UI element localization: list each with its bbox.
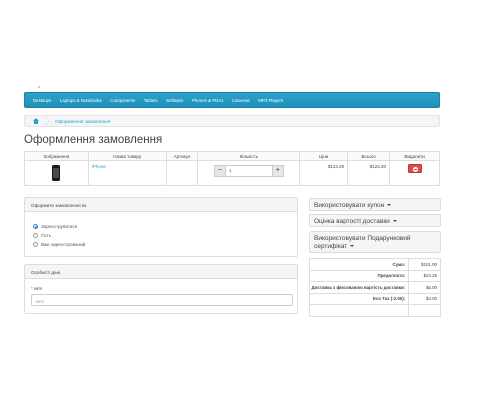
quantity-stepper: − 1 +: [213, 165, 284, 177]
totals-row: [308, 304, 441, 317]
remove-icon: [412, 166, 418, 172]
shipping-estimate-toggle[interactable]: Оцінка вартості доставки: [309, 214, 441, 227]
table-row: iPhone − 1 + $123.20 $123.20: [24, 160, 440, 186]
caret-down-icon: [350, 245, 354, 248]
checkout-options-group: Зареєструватися Гість Вже зареєстрований: [25, 212, 297, 249]
totals-row: Доставка з фіксованою вартість доставки:…: [308, 281, 441, 294]
qty-plus-button[interactable]: +: [271, 165, 284, 177]
option-login[interactable]: Вже зареєстрований: [33, 240, 297, 249]
nav-desktops[interactable]: Desktops: [33, 98, 51, 103]
total-label: Предоплата:: [308, 269, 410, 282]
quantity-input[interactable]: 1: [225, 165, 272, 177]
page-title: Оформлення замовлення: [24, 134, 163, 146]
checkout-options-panel: Оформити замовлення як Зареєструватися Г…: [24, 197, 298, 257]
total-label: Сума:: [308, 258, 410, 271]
top-navbar: Desktops Laptops & Notebooks Components …: [24, 92, 440, 108]
total-value: $4.00: [408, 292, 441, 305]
option-register-label: Зареєструватися: [41, 224, 78, 229]
option-guest[interactable]: Гість: [33, 231, 297, 240]
total-value: $5.00: [408, 281, 441, 294]
option-login-label: Вже зареєстрований: [41, 242, 86, 247]
col-header-name: Назва товару: [87, 151, 167, 161]
nav-components[interactable]: Components: [110, 98, 135, 103]
voucher-toggle[interactable]: Використовувати Подарунковий сертифікат: [309, 231, 441, 253]
personal-details-panel: Особисті дані * Ім'я Ім'я: [24, 264, 298, 314]
col-header-remove: Видалити: [389, 151, 440, 161]
cell-name: iPhone: [87, 160, 167, 186]
iphone-image[interactable]: [52, 165, 61, 181]
personal-details-title: Особисті дані: [25, 265, 297, 279]
col-header-price: Ціна: [299, 151, 349, 161]
cell-total: $123.20: [347, 160, 391, 186]
cell-remove: [389, 160, 440, 186]
checkout-options-title: Оформити замовлення як: [25, 198, 297, 212]
col-header-image: Зображення: [24, 151, 89, 161]
nav-laptops[interactable]: Laptops & Notebooks: [60, 98, 102, 103]
col-header-total: Всього: [347, 151, 391, 161]
firstname-input[interactable]: Ім'я: [31, 294, 293, 306]
breadcrumb-current[interactable]: Оформлення замовлення: [55, 119, 110, 124]
shipping-label: Оцінка вартості доставки: [314, 218, 390, 225]
total-label: Доставка з фіксованою вартість доставки:: [308, 281, 410, 294]
firstname-label-text: Ім'я: [34, 286, 42, 291]
breadcrumb: Оформлення замовлення: [24, 115, 440, 127]
radio-guest[interactable]: [33, 233, 38, 238]
firstname-label: * Ім'я: [31, 286, 297, 291]
total-value: $101.00: [408, 258, 441, 271]
total-value: [408, 304, 441, 317]
col-header-quantity: Кількість: [197, 151, 301, 161]
total-label: Eco Tax (-2.00):: [308, 292, 410, 305]
radio-register[interactable]: [33, 224, 38, 229]
cell-model: [165, 160, 199, 186]
remove-button[interactable]: [407, 164, 422, 173]
totals-row: Eco Tax (-2.00): $4.00: [308, 292, 441, 305]
caret-down-icon: [392, 220, 397, 223]
total-value: $23.25: [408, 269, 441, 282]
total-label: [308, 304, 410, 317]
col-header-model: Артикул: [165, 151, 199, 161]
nav-cameras[interactable]: Cameras: [232, 98, 250, 103]
coupon-toggle[interactable]: Використовувати купон: [309, 198, 441, 211]
qty-minus-button[interactable]: −: [213, 165, 226, 177]
nav-tablets[interactable]: Tablets: [144, 98, 158, 103]
radio-login[interactable]: [33, 242, 38, 247]
totals-row: Предоплата: $23.25: [308, 269, 441, 282]
breadcrumb-separator: [45, 115, 51, 127]
option-guest-label: Гість: [41, 233, 52, 238]
cell-image: [24, 160, 89, 186]
option-register[interactable]: Зареєструватися: [33, 222, 297, 231]
voucher-label: Використовувати Подарунковий сертифікат: [314, 235, 411, 250]
caret-down-icon: [387, 204, 392, 207]
cart-header-row: Зображення Назва товару Артикул Кількіст…: [24, 151, 440, 161]
home-icon[interactable]: [33, 118, 39, 124]
cell-quantity: − 1 +: [197, 160, 301, 186]
totals-row: Сума: $101.00: [308, 258, 441, 271]
totals-table: Сума: $101.00 Предоплата: $23.25 Доставк…: [308, 258, 441, 317]
product-link[interactable]: iPhone: [89, 164, 106, 169]
coupon-label: Використовувати купон: [314, 202, 385, 209]
cart-table: Зображення Назва товару Артикул Кількіст…: [24, 151, 440, 186]
decorative-dot: [38, 86, 40, 88]
nav-mp3[interactable]: MP3 Players: [258, 98, 283, 103]
nav-software[interactable]: Software: [166, 98, 183, 103]
nav-phones[interactable]: Phones & PDAs: [192, 98, 223, 103]
cell-price: $123.20: [299, 160, 349, 186]
